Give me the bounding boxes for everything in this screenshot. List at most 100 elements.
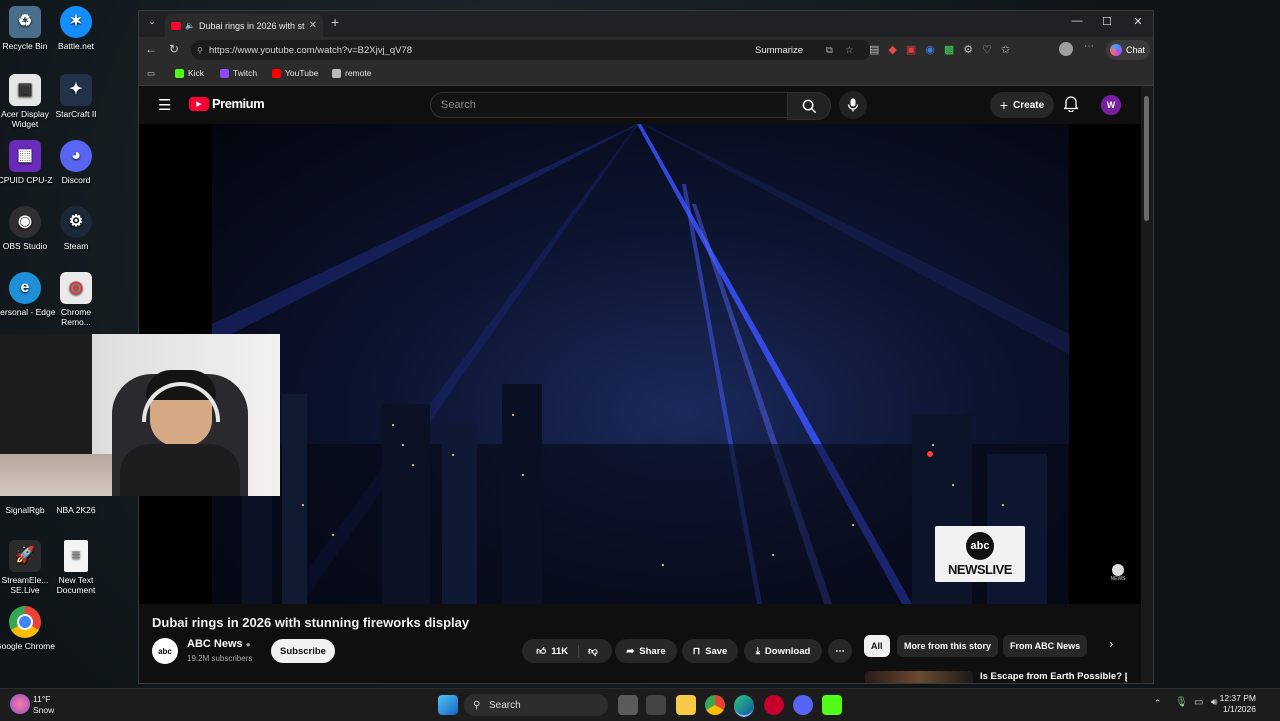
start-windows-icon[interactable] [438, 695, 458, 715]
nba2k26-shortcut[interactable]: NBA 2K26 [45, 505, 107, 515]
widgets-icon[interactable] [646, 695, 666, 715]
search-icon [802, 99, 816, 113]
create-button[interactable]: + Create [990, 92, 1054, 118]
show-hidden-icons[interactable]: ⌃ [1154, 698, 1162, 709]
copilot-chat-button[interactable]: Chat [1106, 40, 1150, 60]
taskbar-search[interactable]: ⚲ Search [464, 694, 608, 716]
chip-more-from-story[interactable]: More from this story [897, 635, 999, 657]
url-field[interactable]: ⚲ https://www.youtube.com/watch?v=B2Xjvj… [191, 40, 871, 60]
edge-taskbar-icon[interactable] [734, 695, 754, 717]
like-button[interactable]: 👍︎ 11K [536, 645, 580, 657]
extension-icon[interactable]: ◆ [888, 43, 896, 57]
channel-name[interactable]: ABC News ● [187, 638, 251, 650]
voice-search-button[interactable] [839, 91, 867, 119]
tab-bar: ⌄ 🔈 Dubai rings in 2026 with stunn ✕ + —… [139, 11, 1153, 37]
bookmark-icon: ⊓ [692, 645, 701, 657]
page-scrollbar[interactable] [1141, 86, 1153, 683]
download-button[interactable]: ⤓ Download [744, 639, 822, 663]
channel-avatar[interactable]: abc [152, 638, 178, 664]
tab-list-icon[interactable]: ⌄ [145, 16, 159, 30]
video-title: Dubai rings in 2026 with stunning firewo… [152, 615, 470, 630]
weather-icon[interactable] [10, 694, 30, 714]
chrome-taskbar-icon[interactable] [705, 695, 725, 715]
scrollbar-thumb[interactable] [1144, 96, 1149, 221]
chrome-remote-shortcut[interactable]: ◎ Chrome Remo... [45, 272, 107, 327]
recommendation-menu-icon[interactable]: ⋮ [1121, 671, 1132, 683]
split-screen-icon[interactable]: ⧉ [826, 45, 833, 56]
twitch-icon [220, 68, 229, 78]
back-icon[interactable]: ← [145, 42, 157, 56]
watermark-label: NEWS [1110, 576, 1126, 582]
favorite-star-icon[interactable]: ☆ [845, 45, 854, 56]
browser-essentials-icon[interactable]: ♡ [982, 43, 992, 57]
subscribe-button[interactable]: Subscribe [271, 639, 335, 663]
close-window-icon[interactable]: ✕ [1128, 15, 1148, 28]
search-placeholder: Search [441, 99, 476, 111]
starcraft-shortcut[interactable]: ✦ StarCraft II [45, 74, 107, 119]
weather-widget[interactable]: 11°F Snow [33, 694, 54, 716]
minimize-icon[interactable]: — [1067, 15, 1087, 27]
volume-icon[interactable]: 🔊︎ [1211, 697, 1217, 708]
more-menu-icon[interactable]: ⋯ [1084, 41, 1094, 52]
remote-icon [332, 68, 341, 78]
video-player[interactable]: abc NEWSLIVE NEWS [139, 124, 1143, 604]
maximize-icon[interactable]: ☐ [1097, 15, 1117, 28]
discord-taskbar-icon[interactable] [793, 695, 813, 715]
extension-icon[interactable]: ▣ [906, 43, 916, 57]
channel-watermark[interactable]: NEWS [1105, 564, 1131, 582]
chip-all[interactable]: All [864, 635, 890, 657]
summarize-button[interactable]: Summarize [755, 45, 803, 56]
recommendation-title[interactable]: Is Escape from Earth Possible? | One Str… [980, 671, 1130, 683]
profile-icon[interactable] [1059, 42, 1073, 56]
site-info-icon[interactable]: ⚲ [197, 46, 203, 55]
extension-icon[interactable]: ⚙ [963, 43, 973, 57]
extension-icon[interactable]: ▩ [944, 43, 954, 57]
discord-shortcut[interactable]: ◕ Discord [45, 140, 107, 185]
file-explorer-icon[interactable] [676, 695, 696, 715]
opera-taskbar-icon[interactable] [764, 695, 784, 715]
search-button[interactable] [787, 92, 831, 120]
bookmark-remote[interactable]: remote [332, 68, 371, 78]
close-tab-icon[interactable]: ✕ [309, 20, 317, 31]
extension-icon[interactable]: ◉ [925, 43, 935, 57]
display-tray-icon[interactable]: ▭ [1194, 697, 1203, 708]
taskbar: 11°F Snow ⚲ Search ⌃ 🎙︎ ▭ 🔊︎ 12:37 PM 1/… [0, 688, 1280, 721]
recommendation-thumbnail[interactable] [865, 671, 973, 683]
notifications-button[interactable] [1062, 95, 1080, 117]
bookmark-kick[interactable]: Kick [175, 68, 204, 78]
dislike-button[interactable]: 👎︎ [584, 645, 598, 657]
share-icon: ➦ [626, 645, 635, 657]
steam-shortcut[interactable]: ⚙ Steam [45, 206, 107, 251]
premium-label: Premium [212, 96, 265, 111]
new-tab-icon[interactable]: + [331, 14, 339, 30]
save-button[interactable]: ⊓ Save [682, 639, 738, 663]
chips-next-icon[interactable]: › [1109, 636, 1113, 651]
account-avatar[interactable]: W [1101, 95, 1121, 115]
share-label: Share [639, 645, 666, 657]
google-chrome-shortcut[interactable]: Google Chrome [0, 606, 56, 651]
bookmark-label: YouTube [285, 68, 319, 78]
bookmark-twitch[interactable]: Twitch [220, 68, 257, 78]
youtube-logo[interactable]: ▶ Premium [189, 96, 265, 111]
speaker-icon[interactable]: 🔈 [185, 21, 195, 30]
battlenet-shortcut[interactable]: ✶ Battle.net [45, 6, 107, 51]
bookmark-youtube[interactable]: YouTube [272, 68, 318, 78]
system-clock[interactable]: 12:37 PM 1/1/2026 [1220, 693, 1256, 715]
video-frame[interactable]: abc NEWSLIVE [212, 124, 1069, 604]
starcraft-icon: ✦ [60, 74, 92, 106]
chip-from-abc-news[interactable]: From ABC News [1003, 635, 1088, 657]
streamelements-icon: 🚀 [9, 540, 41, 572]
text-document-shortcut[interactable]: ≡ New Text Document [45, 540, 107, 595]
collections-icon[interactable]: ✩ [1001, 43, 1010, 57]
microphone-tray-icon[interactable]: 🎙︎ [1175, 697, 1188, 708]
more-actions-button[interactable]: ⋯ [828, 639, 852, 663]
kick-taskbar-icon[interactable] [822, 695, 842, 715]
tab-youtube-video[interactable]: 🔈 Dubai rings in 2026 with stunn ✕ [165, 14, 323, 37]
reading-icon[interactable]: ▭ [147, 68, 155, 79]
task-view-icon[interactable] [618, 695, 638, 715]
search-input[interactable]: Search [430, 92, 788, 118]
refresh-icon[interactable]: ↻ [169, 42, 179, 56]
extension-icon[interactable]: ▤ [869, 43, 879, 57]
share-button[interactable]: ➦ Share [615, 639, 677, 663]
menu-icon[interactable]: ☰ [158, 96, 171, 114]
